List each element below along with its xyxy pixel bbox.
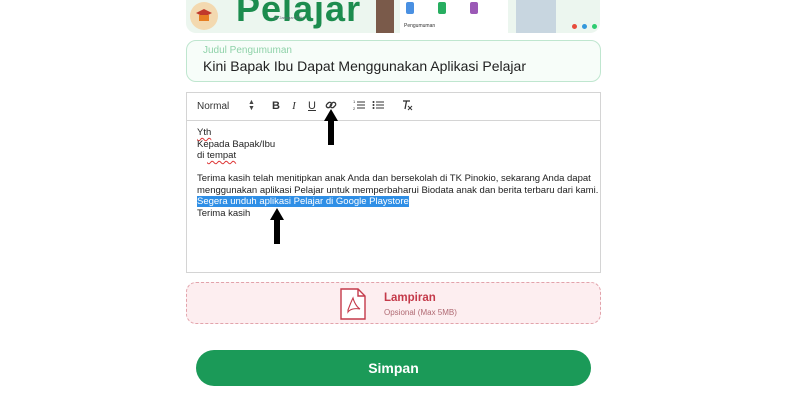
editor-content[interactable]: Yth Kepada Bapak/Ibu di tempat Terima ka… bbox=[197, 127, 599, 219]
title-field-value[interactable]: Kini Bapak Ibu Dapat Menggunakan Aplikas… bbox=[203, 58, 526, 74]
body-line-1: Terima kasih telah menitipkan anak Anda … bbox=[197, 173, 591, 184]
app-banner: Pelajar by Jaringan EDV Pengumuman bbox=[186, 0, 600, 33]
save-button[interactable]: Simpan bbox=[196, 350, 591, 386]
closing-line: Terima kasih bbox=[197, 207, 251, 219]
selected-text[interactable]: Segera unduh aplikasi Pelajar di Google … bbox=[197, 196, 409, 207]
svg-text:1: 1 bbox=[353, 99, 356, 104]
banner-photo bbox=[516, 0, 556, 33]
italic-button[interactable]: I bbox=[287, 99, 301, 113]
clear-format-icon[interactable] bbox=[400, 99, 414, 113]
banner-dot bbox=[582, 24, 587, 29]
banner-dot bbox=[572, 24, 577, 29]
greeting-line: Yth bbox=[197, 127, 212, 138]
attachment-upload[interactable]: Lampiran Opsional (Max 5MB) bbox=[186, 282, 601, 324]
banner-phone-screen: Pengumuman bbox=[400, 0, 508, 33]
location-prefix: di bbox=[197, 150, 208, 161]
attachment-subtitle: Opsional (Max 5MB) bbox=[384, 308, 457, 317]
format-select[interactable]: Normal bbox=[197, 101, 229, 112]
banner-dot bbox=[592, 24, 597, 29]
attachment-title: Lampiran bbox=[384, 292, 436, 304]
announcement-title-field[interactable]: Judul Pengumuman Kini Bapak Ibu Dapat Me… bbox=[186, 40, 601, 82]
location-word: tempat bbox=[207, 150, 237, 161]
editor-toolbar: Normal ▲ ▼ B I U 12 bbox=[187, 93, 600, 121]
banner-subtitle: by Jaringan EDV bbox=[274, 15, 305, 20]
pdf-file-icon bbox=[340, 288, 366, 320]
select-arrows-icon[interactable]: ▲ ▼ bbox=[248, 99, 255, 112]
recipient-line: Kepada Bapak/Ibu bbox=[197, 138, 276, 150]
rich-text-editor[interactable]: Normal ▲ ▼ B I U 12 Yth Kepada Bapak/Ibu … bbox=[186, 92, 601, 273]
svg-text:2: 2 bbox=[353, 106, 356, 111]
banner-image bbox=[376, 0, 394, 33]
banner-card-caption: Pengumuman bbox=[404, 23, 436, 29]
body-line-2: menggunakan aplikasi Pelajar untuk mempe… bbox=[197, 184, 599, 196]
bullet-list-icon[interactable] bbox=[371, 99, 385, 113]
annotation-arrow-up-icon bbox=[324, 109, 338, 145]
bold-button[interactable]: B bbox=[269, 99, 283, 113]
title-field-label: Judul Pengumuman bbox=[203, 45, 292, 56]
underline-button[interactable]: U bbox=[305, 99, 319, 113]
ordered-list-icon[interactable]: 12 bbox=[352, 99, 366, 113]
annotation-arrow-up-icon bbox=[270, 208, 284, 244]
school-logo-icon bbox=[190, 2, 218, 30]
